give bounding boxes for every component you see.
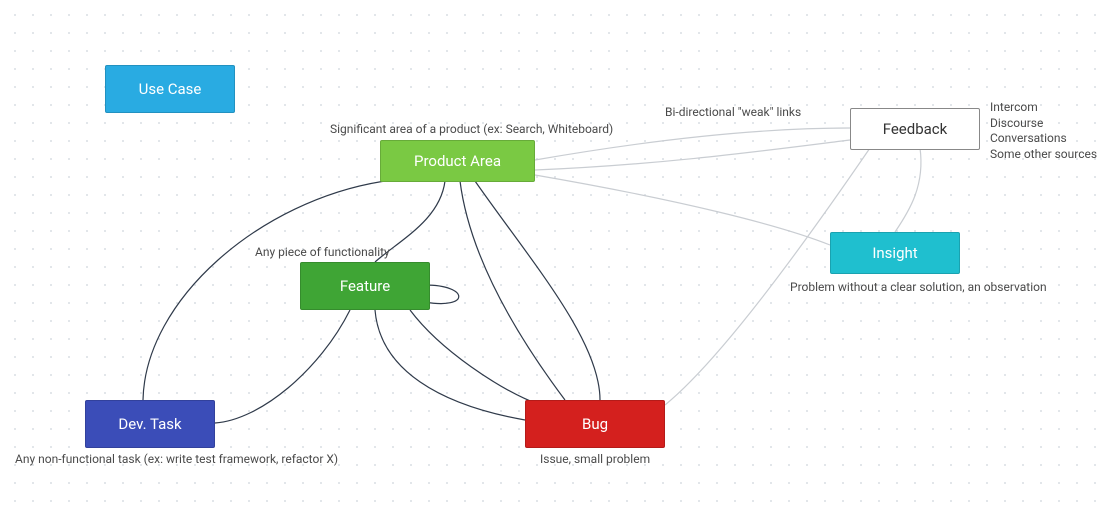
node-use-case[interactable]: Use Case — [105, 65, 235, 113]
node-label: Dev. Task — [118, 415, 181, 433]
node-insight[interactable]: Insight — [830, 232, 960, 274]
node-label: Use Case — [139, 80, 202, 98]
node-dev-task[interactable]: Dev. Task — [85, 400, 215, 448]
node-product-area[interactable]: Product Area — [380, 140, 535, 182]
annotation-feedback-sources: Intercom Discourse Conversations Some ot… — [990, 100, 1097, 162]
node-feature[interactable]: Feature — [300, 262, 430, 310]
annotation-insight: Problem without a clear solution, an obs… — [790, 280, 1047, 296]
node-label: Feature — [340, 277, 390, 295]
annotation-feature: Any piece of functionality — [255, 245, 390, 261]
annotation-bug: Issue, small problem — [540, 452, 650, 468]
node-label: Product Area — [414, 152, 501, 170]
node-label: Feedback — [883, 120, 948, 138]
node-feedback[interactable]: Feedback — [850, 108, 980, 150]
node-label: Bug — [582, 415, 608, 433]
annotation-weak-links: Bi-directional "weak" links — [665, 105, 801, 121]
node-bug[interactable]: Bug — [525, 400, 665, 448]
node-label: Insight — [872, 244, 917, 262]
annotation-product-area: Significant area of a product (ex: Searc… — [330, 122, 613, 138]
annotation-dev-task: Any non-functional task (ex: write test … — [15, 452, 338, 468]
